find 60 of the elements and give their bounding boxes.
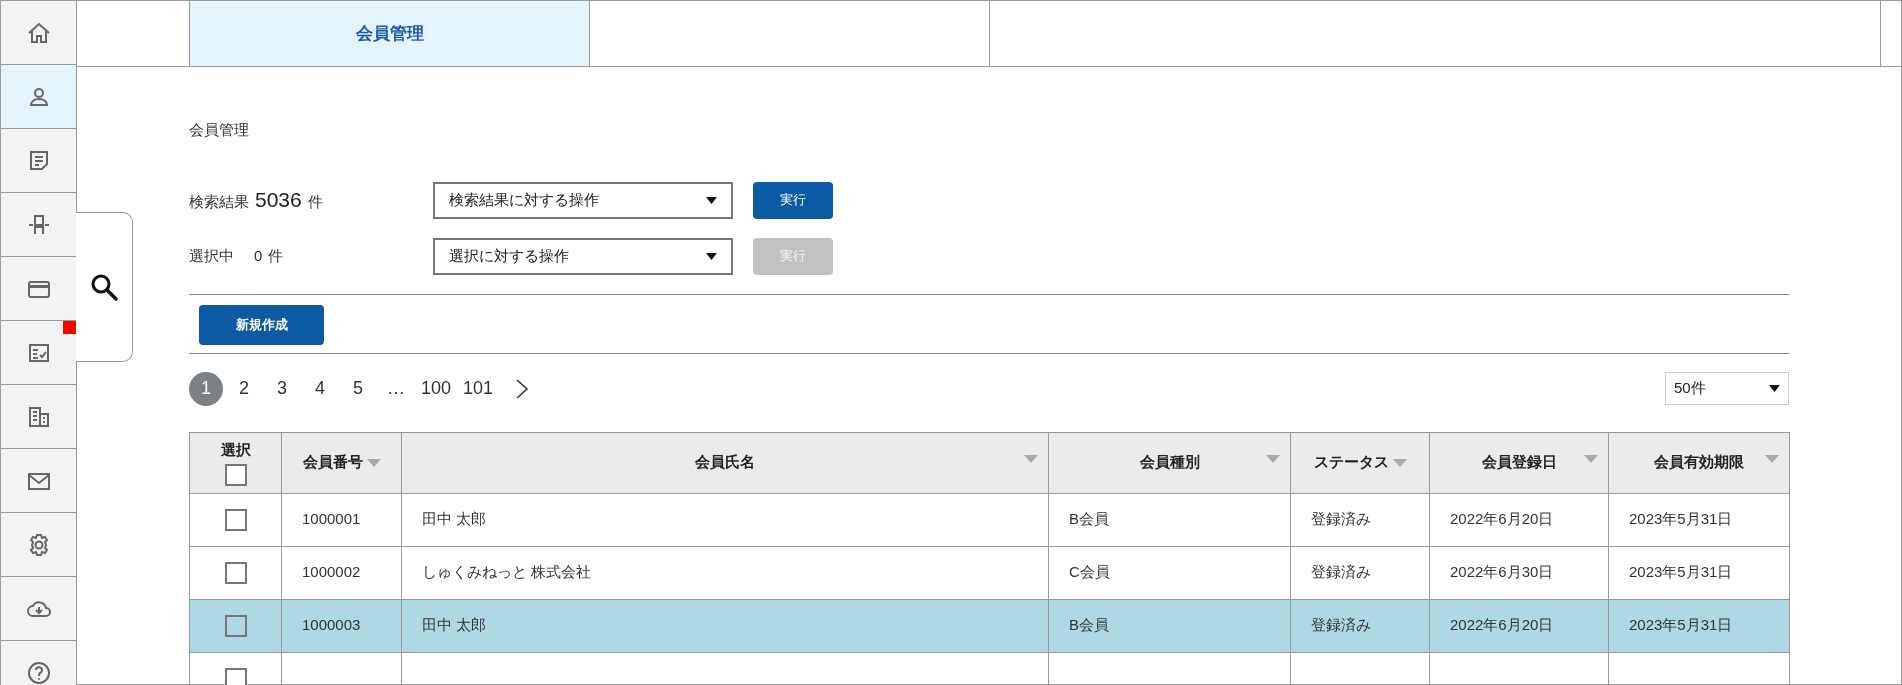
table-cell: 2022年6月30日 [1429,546,1609,599]
caret-icon [706,196,717,204]
header-label: 会員番号 [302,452,363,473]
page-link[interactable]: 101 [459,371,498,406]
row-checkbox[interactable] [224,509,247,531]
unit-label: 件 [307,192,323,213]
table-cell: B会員 [1048,493,1291,546]
header-label: 会員登録日 [1481,452,1557,473]
page-link[interactable]: 100 [417,371,456,406]
page-size-dropdown[interactable]: 50件 [1665,372,1789,405]
result-label: 選択中 [189,245,234,266]
result-count: 0 [254,245,263,266]
table-cell: 1000003 [281,599,402,652]
page-link[interactable]: 3 [265,371,299,406]
create-button[interactable]: 新規作成 [199,304,324,345]
row-checkbox[interactable] [224,668,247,685]
table-cell: 登録済み [1290,493,1430,546]
table-cell: 1000002 [281,546,402,599]
chevron-right-icon [515,378,530,399]
sidebar-item[interactable] [1,321,76,385]
table-cell: 2023年5月31日 [1608,599,1790,652]
sidebar-item[interactable] [1,65,76,129]
operation-dropdown[interactable]: 検索結果に対する操作 [433,181,733,219]
table-cell: C会員 [1048,546,1291,599]
search-icon [89,272,119,302]
table-cell: 2022年6月20日 [1429,599,1609,652]
row-checkbox[interactable] [224,562,247,584]
header-label: ステータス [1313,452,1389,473]
help-icon [25,659,52,685]
table-cell: 登録済み [1290,599,1430,652]
operation-dropdown[interactable]: 選択に対する操作 [433,237,733,275]
table-cell: 2022年6月20日 [1429,493,1609,546]
header-label: 会員氏名 [695,452,755,473]
table-cell: B会員 [1048,599,1291,652]
page-link[interactable]: 4 [303,371,337,406]
search-panel-toggle[interactable] [76,212,133,362]
header-label: 会員有効期限 [1654,452,1744,473]
run-button[interactable]: 実行 [753,181,833,219]
table-cell: 登録済み [1290,546,1430,599]
row-checkbox[interactable] [224,615,247,637]
table-cell: 2023年5月31日 [1608,493,1790,546]
caret-icon [706,252,717,260]
result-count: 5036 [255,187,302,214]
unit-label: 件 [268,245,284,266]
table-cell: 1000001 [281,493,402,546]
table-cell: 田中 太郎 [401,599,1049,652]
page-link[interactable]: … [379,371,413,406]
page-link[interactable]: 5 [341,371,375,406]
select-all-checkbox[interactable] [224,463,247,486]
table-cell: しゅくみねっと 株式会社 [401,546,1049,599]
header-label: 会員種別 [1139,452,1200,473]
caret-icon [1769,385,1780,392]
page-link[interactable]: 1 [189,371,223,406]
table-cell: 2023年5月31日 [1608,546,1790,599]
page-title: 会員管理 [189,120,250,140]
select-label: 選択 [220,440,251,461]
tab[interactable]: 会員管理 [189,1,589,66]
page-link[interactable]: 2 [227,371,261,406]
result-label: 検索結果 [189,192,249,213]
table-cell: 田中 太郎 [401,493,1049,546]
